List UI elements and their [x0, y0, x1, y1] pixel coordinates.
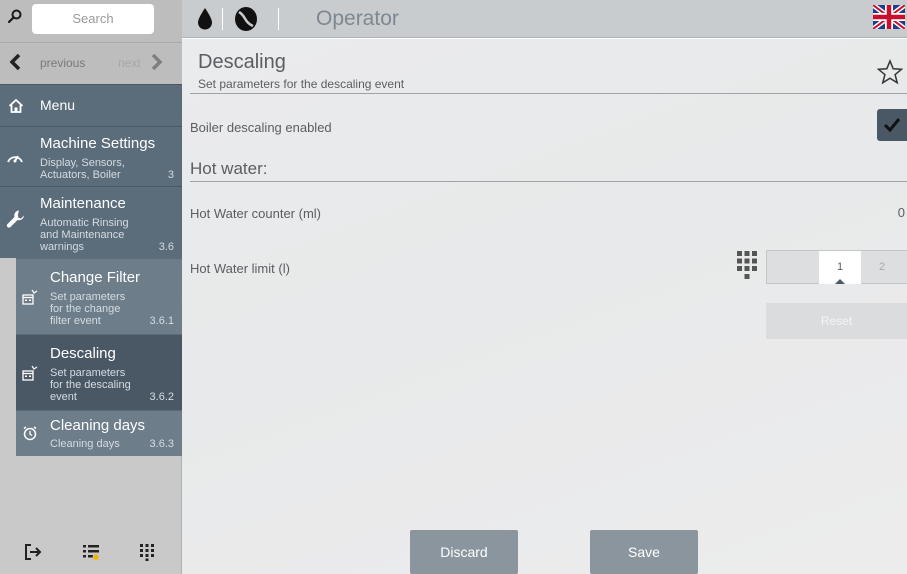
- sidebar-bottom-bar: [0, 528, 182, 574]
- item-number: 3.6.1: [149, 315, 174, 327]
- item-subtitle: Cleaning days: [50, 438, 120, 450]
- item-subtitle: Automatic Rinsing: [40, 217, 129, 229]
- sidebar-item-change-filter[interactable]: Change Filter Set parameters for the cha…: [16, 258, 182, 334]
- boiler-descaling-label: Boiler descaling enabled: [190, 120, 332, 135]
- item-subtitle: warnings: [40, 241, 85, 253]
- item-subtitle: filter event: [50, 315, 101, 327]
- sidebar-item-maintenance[interactable]: Maintenance Automatic Rinsing and Mainte…: [0, 186, 182, 258]
- picker-selected-value: 1: [837, 261, 844, 273]
- sidebar-item-cleaning-days[interactable]: Cleaning days Cleaning days 3.6.3: [16, 410, 182, 456]
- water-drop-icon[interactable]: [196, 7, 214, 31]
- item-subtitle: Set parameters: [50, 367, 126, 379]
- checkmark-icon: [883, 118, 901, 133]
- uk-flag-icon[interactable]: [873, 5, 905, 29]
- star-icon[interactable]: [877, 59, 903, 85]
- item-number: 3.6.2: [149, 391, 174, 403]
- item-subtitle: for the change: [50, 303, 121, 315]
- hot-water-counter-value: 0: [897, 205, 905, 220]
- previous-link[interactable]: previous: [40, 56, 85, 70]
- header-divider: [222, 8, 223, 30]
- hot-water-heading: Hot water:: [190, 159, 268, 178]
- item-title: Cleaning days: [50, 417, 146, 434]
- wrench-icon: [6, 210, 25, 228]
- alarm-clock-icon: [23, 426, 37, 441]
- item-number: 3.6.3: [149, 438, 174, 450]
- item-title: Maintenance: [40, 195, 126, 212]
- home-icon: [8, 98, 24, 113]
- item-title: Machine Settings: [40, 135, 156, 152]
- item-title: Descaling: [50, 345, 116, 362]
- calendar-filter-icon: [22, 289, 38, 305]
- menu-label: Menu: [40, 97, 76, 113]
- next-link[interactable]: next: [118, 56, 141, 70]
- item-title: Change Filter: [50, 269, 141, 286]
- main-content: Descaling Set parameters for the descali…: [182, 39, 907, 574]
- keypad-icon[interactable]: [138, 543, 156, 561]
- keypad-icon[interactable]: [736, 250, 758, 282]
- save-button[interactable]: Save: [590, 530, 698, 574]
- header-divider: [278, 8, 279, 30]
- item-subtitle: and Maintenance: [40, 229, 125, 241]
- chevron-right-icon[interactable]: [150, 52, 164, 72]
- sidebar-item-descaling[interactable]: Descaling Set parameters for the descali…: [16, 334, 182, 410]
- section-title: Descaling: [198, 51, 286, 73]
- picker-option[interactable]: 2: [879, 261, 885, 273]
- sidebar-item-menu[interactable]: Menu: [0, 84, 182, 126]
- page-title: Operator: [316, 7, 399, 30]
- nav-row: previous next: [0, 42, 182, 84]
- hot-water-limit-label: Hot Water limit (l): [190, 261, 290, 276]
- search-row: Search: [0, 0, 182, 42]
- item-number: 3: [167, 169, 174, 181]
- hot-water-limit-picker[interactable]: 1 2: [766, 250, 907, 284]
- item-subtitle: Actuators, Boiler: [40, 169, 121, 181]
- gauge-icon: [7, 155, 23, 163]
- reset-button[interactable]: Reset: [766, 303, 907, 339]
- calendar-filter-icon: [22, 365, 38, 381]
- boiler-descaling-checkbox[interactable]: [877, 109, 907, 141]
- chevron-left-icon[interactable]: [8, 52, 22, 72]
- title-divider: [190, 93, 907, 94]
- hot-water-counter-label: Hot Water counter (ml): [190, 206, 321, 221]
- search-icon[interactable]: [8, 9, 22, 23]
- search-input[interactable]: Search: [32, 4, 154, 34]
- coffee-bean-icon[interactable]: [234, 6, 258, 32]
- item-subtitle: Set parameters: [50, 291, 126, 303]
- caret-up-icon: [835, 279, 845, 284]
- discard-button[interactable]: Discard: [410, 530, 518, 574]
- item-subtitle: event: [50, 391, 77, 403]
- section-divider: [190, 181, 907, 182]
- header-bar: Operator: [182, 0, 907, 38]
- favorites-list-icon[interactable]: [82, 543, 100, 561]
- sidebar: Search previous next Menu Machine Settin…: [0, 0, 182, 574]
- sidebar-item-machine-settings[interactable]: Machine Settings Display, Sensors, Actua…: [0, 126, 182, 186]
- picker-selected-option[interactable]: 1: [819, 251, 861, 284]
- item-subtitle: for the descaling: [50, 379, 131, 391]
- item-subtitle: Display, Sensors,: [40, 157, 125, 169]
- item-number: 3.6: [158, 241, 174, 253]
- section-subtitle: Set parameters for the descaling event: [198, 77, 405, 91]
- logout-icon[interactable]: [24, 543, 42, 561]
